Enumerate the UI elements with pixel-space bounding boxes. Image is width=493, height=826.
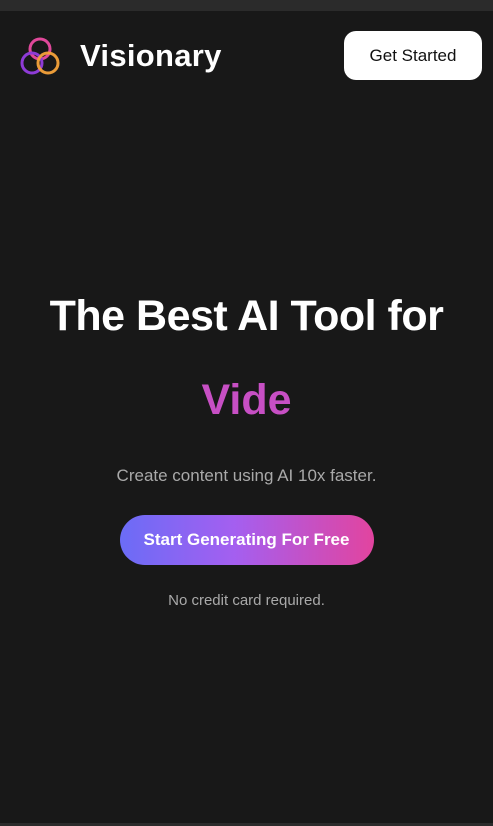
start-generating-button[interactable]: Start Generating For Free — [119, 515, 374, 565]
top-edge-strip — [0, 0, 493, 11]
hero-subtitle: Create content using AI 10x faster. — [116, 466, 377, 485]
hero-title: The Best AI Tool for — [49, 292, 444, 340]
landing-page: Visionary Get Started The Best AI Tool f… — [0, 0, 493, 826]
brand-name[interactable]: Visionary — [80, 37, 222, 75]
hero-typed-word: Vide — [201, 376, 292, 424]
get-started-button[interactable]: Get Started — [344, 31, 482, 80]
no-credit-card-note: No credit card required. — [168, 592, 325, 609]
hero-section: The Best AI Tool for Vide Create content… — [0, 290, 493, 611]
site-header: Visionary Get Started — [0, 11, 493, 101]
triple-ring-logo-icon[interactable] — [18, 37, 62, 77]
